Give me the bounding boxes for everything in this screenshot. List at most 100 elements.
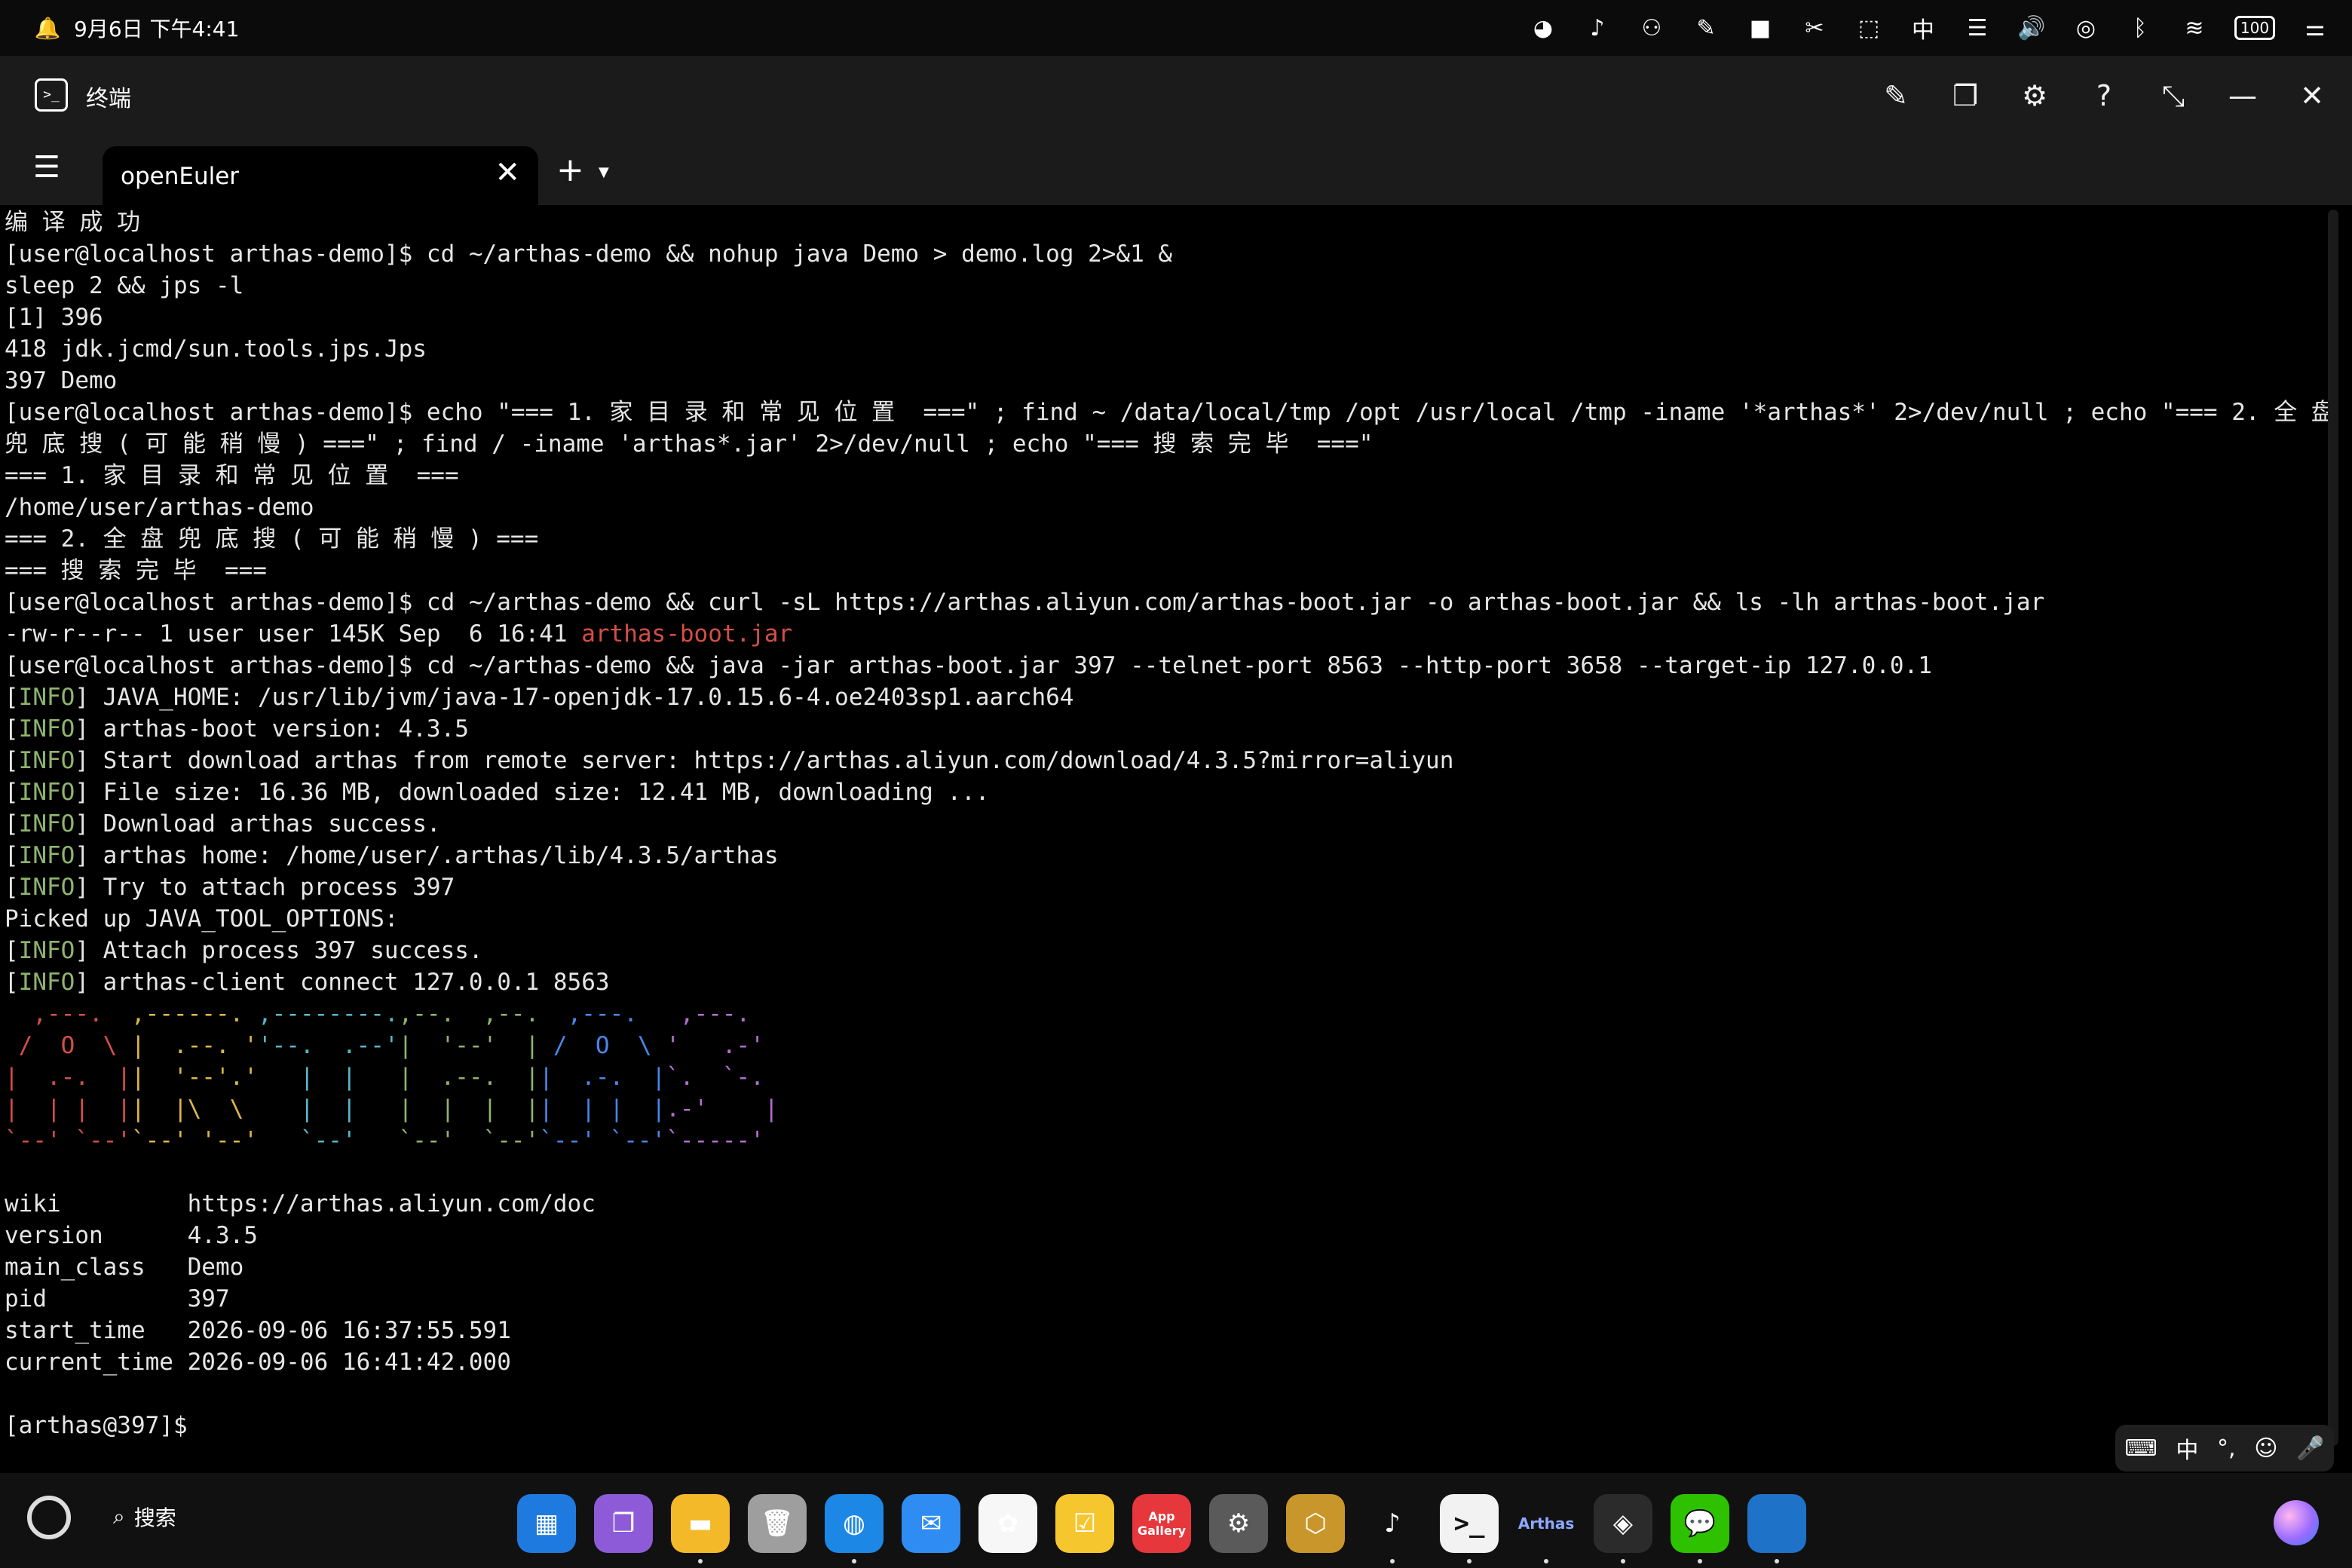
- terminal-text: | .-. |: [539, 1064, 666, 1091]
- scrollbar[interactable]: [2328, 210, 2338, 1446]
- dock-app-settings[interactable]: ⚙: [1209, 1494, 1268, 1553]
- terminal-text: [user@localhost arthas-demo]$ cd ~/artha…: [5, 652, 1932, 679]
- shrink-icon[interactable]: ⤡: [2156, 78, 2191, 113]
- tab-close-icon[interactable]: ✕: [495, 155, 520, 190]
- terminal-text: `-----': [666, 1127, 764, 1154]
- dock-app-multitask[interactable]: ❐: [594, 1494, 653, 1553]
- ime-icon[interactable]: 中: [1909, 13, 1937, 44]
- terminal-text: | | | |: [539, 1095, 666, 1122]
- subtitle-icon[interactable]: ☰: [1963, 13, 1992, 43]
- terminal-text: ] arthas-boot version: 4.3.5: [75, 715, 469, 743]
- dock-app-trash[interactable]: 🗑: [748, 1494, 807, 1553]
- dock-apps: ▦ ❐ ▬ 🗑 ◍ ✉ ✿ ☑ App Gallery ⚙ ⬡ ♪ >_ Arthas ◈ 💬: [517, 1494, 1806, 1563]
- close-icon[interactable]: ✕: [2295, 78, 2329, 113]
- start-button[interactable]: [27, 1496, 71, 1539]
- terminal-text: [: [5, 810, 19, 838]
- mic-icon[interactable]: 🎤: [2296, 1435, 2324, 1462]
- dock-app-tiktok[interactable]: ♪: [1363, 1494, 1422, 1563]
- terminal-text: [: [5, 779, 19, 806]
- tiktok-icon[interactable]: ♪: [1583, 13, 1612, 43]
- terminal-line: sleep 2 && jps -l: [5, 270, 2326, 302]
- terminal-line: [INFO] Download arthas success.: [5, 808, 2326, 840]
- dock-app-terminal[interactable]: >_: [1440, 1494, 1499, 1563]
- window-icon[interactable]: ❐: [1948, 78, 1983, 113]
- menu-icon[interactable]: ☰: [33, 152, 63, 182]
- window-title: 终端: [86, 86, 131, 112]
- terminal-text: pid 397: [5, 1285, 230, 1312]
- terminal-text: INFO: [18, 810, 75, 838]
- terminal-line: 397 Demo: [5, 365, 2326, 397]
- terminal-text: ,---.: [553, 1000, 666, 1027]
- files-icon: ▬: [688, 1508, 713, 1539]
- dock-app-arthas[interactable]: Arthas: [1517, 1494, 1576, 1563]
- terminal-text: / O \: [5, 1032, 131, 1059]
- terminal-line: current_time 2026-09-06 16:41:42.000: [5, 1346, 2326, 1378]
- volume-icon[interactable]: 🔊: [2017, 13, 2046, 43]
- scissors-icon[interactable]: ✂: [1800, 13, 1829, 43]
- dock-app-security[interactable]: ⬡: [1286, 1494, 1345, 1553]
- ime-punctuation[interactable]: °,: [2217, 1435, 2236, 1462]
- minimize-icon[interactable]: —: [2225, 78, 2260, 113]
- dock-app-mail[interactable]: ✉: [902, 1494, 960, 1553]
- dock-app-gallery[interactable]: ✿: [978, 1494, 1037, 1553]
- tab-openeuler[interactable]: openEuler ✕: [103, 146, 538, 205]
- terminal-text: Picked up JAVA_TOOL_OPTIONS:: [5, 905, 399, 933]
- terminal-line: === 搜 索 完 毕 ===: [5, 555, 2326, 586]
- terminal-line: [INFO] JAVA_HOME: /usr/lib/jvm/java-17-o…: [5, 681, 2326, 713]
- dock-app-files[interactable]: ▬: [671, 1494, 730, 1563]
- bell-icon[interactable]: 🔔: [33, 13, 62, 43]
- help-icon[interactable]: ?: [2087, 78, 2121, 113]
- nfc-icon[interactable]: ◎: [2072, 13, 2100, 43]
- dock-app-appgallery[interactable]: App Gallery: [1132, 1494, 1191, 1553]
- screenshot-icon[interactable]: ⬚: [1854, 13, 1883, 43]
- terminal-line: version 4.3.5: [5, 1220, 2326, 1251]
- notes-icon[interactable]: ✎: [1692, 13, 1720, 43]
- tab-label: openEuler: [121, 163, 240, 190]
- edit-icon[interactable]: ✎: [1879, 78, 1913, 113]
- terminal-text: ] Attach process 397 success.: [75, 937, 483, 964]
- video-icon[interactable]: ■: [1746, 13, 1775, 43]
- chevron-down-icon[interactable]: ▼: [599, 164, 609, 180]
- app-grid-icon: ▦: [534, 1508, 559, 1539]
- add-tab-button[interactable]: +: [556, 154, 584, 187]
- wifi-icon[interactable]: ≋: [2180, 13, 2209, 43]
- keyboard-icon[interactable]: ⌨: [2124, 1435, 2157, 1462]
- terminal-text: | |\ \: [130, 1095, 258, 1122]
- dock-app-browser[interactable]: ◍: [825, 1494, 884, 1563]
- terminal-line: [user@localhost arthas-demo]$ echo "=== …: [5, 397, 2335, 428]
- terminal-output[interactable]: 编 译 成 功 [user@localhost arthas-demo]$ cd …: [5, 207, 2335, 1470]
- connect-icon[interactable]: ⚇: [1637, 13, 1666, 43]
- running-indicator: [1390, 1559, 1395, 1563]
- dock-app-layers[interactable]: ◈: [1594, 1494, 1652, 1563]
- running-indicator: [698, 1559, 703, 1563]
- dock-app-blue-app[interactable]: [1747, 1494, 1806, 1563]
- emoji-icon[interactable]: ☺: [2254, 1435, 2277, 1462]
- dock-app-wechat[interactable]: 💬: [1671, 1494, 1729, 1563]
- settings-icon: ⚙: [1227, 1508, 1251, 1539]
- dock-app-notes[interactable]: ☑: [1055, 1494, 1114, 1553]
- settings-sliders-icon[interactable]: ⚌: [2301, 13, 2329, 43]
- status-datetime: 9月6日 下午4:41: [74, 17, 240, 41]
- bluetooth-icon[interactable]: ᛒ: [2126, 13, 2154, 43]
- terminal-text: /home/user/arthas-demo: [5, 494, 314, 521]
- assistant-icon[interactable]: [2274, 1500, 2319, 1545]
- gear-icon[interactable]: ⚙: [2017, 78, 2052, 113]
- terminal-text: sleep 2 && jps -l: [5, 272, 244, 299]
- gallery-icon: ✿: [997, 1508, 1019, 1539]
- terminal-text: ] Download arthas success.: [75, 810, 441, 838]
- wechat-icon: 💬: [1683, 1508, 1717, 1539]
- mail-icon: ✉: [920, 1508, 942, 1539]
- terminal-line: [INFO] Try to attach process 397: [5, 871, 2326, 903]
- wechat-icon[interactable]: ◕: [1529, 13, 1557, 43]
- terminal-text: current_time 2026-09-06 16:41:42.000: [5, 1349, 511, 1376]
- dock-app-app-grid[interactable]: ▦: [517, 1494, 576, 1553]
- terminal-text: [: [5, 842, 19, 869]
- ime-language[interactable]: 中: [2176, 1432, 2198, 1465]
- terminal-line: [1] 396: [5, 302, 2326, 333]
- terminal-text: INFO: [18, 715, 75, 743]
- search-button[interactable]: ⌕ 搜索: [113, 1502, 176, 1532]
- terminal-line: [INFO] arthas-boot version: 4.3.5: [5, 713, 2326, 745]
- terminal-line: pid 397: [5, 1283, 2326, 1315]
- terminal-line: ,---. ,------. ,--------.,--. ,--. ,---.…: [5, 998, 2326, 1030]
